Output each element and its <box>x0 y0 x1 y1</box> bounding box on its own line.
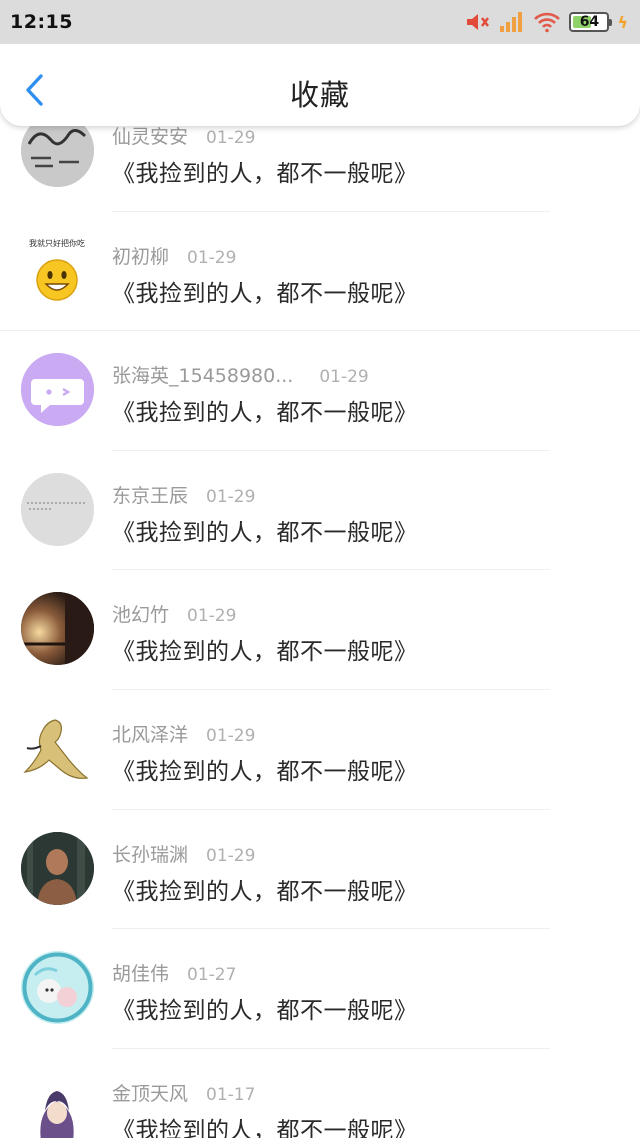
user-name[interactable]: 张海英_15458980... <box>112 361 293 388</box>
item-message[interactable]: 《我捡到的人，都不一般呢》 <box>112 1111 418 1138</box>
avatar[interactable] <box>21 1070 94 1138</box>
item-message[interactable]: 《我捡到的人，都不一般呢》 <box>112 752 418 786</box>
avatar[interactable] <box>21 353 94 427</box>
user-name[interactable]: 初初柳 <box>112 242 169 269</box>
list-item[interactable]: 仙灵安安 01-29 《我捡到的人，都不一般呢》 <box>0 126 640 212</box>
avatar[interactable] <box>21 711 94 785</box>
user-name[interactable]: 仙灵安安 <box>112 126 188 149</box>
wifi-icon <box>533 11 561 33</box>
item-meta: 东京王辰 01-29 <box>112 481 255 508</box>
avatar[interactable] <box>21 951 94 1025</box>
user-name[interactable]: 东京王辰 <box>112 481 188 508</box>
item-meta: 池幻竹 01-29 <box>112 600 236 627</box>
status-icons: 64 ϟ <box>465 11 628 33</box>
list-item[interactable]: 张海英_15458980... 01-29 《我捡到的人，都不一般呢》 <box>0 331 640 451</box>
item-date: 01-29 <box>206 128 256 148</box>
item-date: 01-29 <box>319 367 369 388</box>
item-meta: 张海英_15458980... 01-29 <box>112 361 369 388</box>
avatar[interactable] <box>21 592 94 666</box>
charging-icon: ϟ <box>617 12 628 32</box>
avatar[interactable]: 我就只好把你吃 <box>21 233 94 307</box>
avatar[interactable] <box>21 126 94 187</box>
user-name[interactable]: 金顶天风 <box>112 1079 188 1106</box>
avatar[interactable] <box>21 831 94 905</box>
list-item[interactable]: 池幻竹 01-29 《我捡到的人，都不一般呢》 <box>0 570 640 690</box>
item-meta: 仙灵安安 01-29 <box>112 126 255 149</box>
signal-icon <box>499 11 525 33</box>
battery-icon: 64 <box>569 12 613 32</box>
user-name[interactable]: 胡佳伟 <box>112 959 169 986</box>
user-name[interactable]: 池幻竹 <box>112 600 169 627</box>
list-item[interactable]: 长孙瑞渊 01-29 《我捡到的人，都不一般呢》 <box>0 810 640 930</box>
item-message[interactable]: 《我捡到的人，都不一般呢》 <box>112 872 418 906</box>
list-item[interactable]: 金顶天风 01-17 《我捡到的人，都不一般呢》 <box>0 1049 640 1138</box>
item-date: 01-29 <box>187 247 237 268</box>
item-message[interactable]: 《我捡到的人，都不一般呢》 <box>112 632 418 666</box>
list-item[interactable]: 胡佳伟 01-27 《我捡到的人，都不一般呢》 <box>0 929 640 1049</box>
item-message[interactable]: 《我捡到的人，都不一般呢》 <box>112 513 418 547</box>
item-message[interactable]: 《我捡到的人，都不一般呢》 <box>112 991 418 1025</box>
nav-bar: 收藏 <box>0 44 640 126</box>
avatar[interactable] <box>21 472 94 546</box>
status-time: 12:15 <box>10 11 73 33</box>
item-message[interactable]: 《我捡到的人，都不一般呢》 <box>112 154 418 188</box>
item-meta: 金顶天风 01-17 <box>112 1079 255 1106</box>
item-date: 01-17 <box>206 1084 256 1105</box>
list-item[interactable]: 我就只好把你吃 初初柳 01-29 《我捡到的人，都不一般呢》 <box>0 212 640 332</box>
item-date: 01-29 <box>206 845 256 866</box>
item-meta: 胡佳伟 01-27 <box>112 959 236 986</box>
battery-level: 64 <box>579 14 600 30</box>
svg-text:我就只好把你吃: 我就只好把你吃 <box>29 238 85 248</box>
item-message[interactable]: 《我捡到的人，都不一般呢》 <box>112 393 418 427</box>
speaker-muted-icon <box>465 11 491 33</box>
page-title: 收藏 <box>289 78 350 112</box>
item-meta: 初初柳 01-29 <box>112 242 236 269</box>
item-message[interactable]: 《我捡到的人，都不一般呢》 <box>112 274 418 308</box>
status-bar: 12:15 64 ϟ <box>0 0 640 44</box>
user-name[interactable]: 北风泽洋 <box>112 720 188 747</box>
user-name[interactable]: 长孙瑞渊 <box>112 840 188 867</box>
item-date: 01-29 <box>206 725 256 746</box>
item-date: 01-29 <box>187 606 237 627</box>
item-date: 01-29 <box>206 486 256 507</box>
item-meta: 长孙瑞渊 01-29 <box>112 840 255 867</box>
item-meta: 北风泽洋 01-29 <box>112 720 255 747</box>
item-date: 01-27 <box>187 965 237 986</box>
favorites-list[interactable]: 仙灵安安 01-29 《我捡到的人，都不一般呢》 我就只好把你吃 初初柳 01-… <box>0 126 640 1138</box>
list-item[interactable]: 北风泽洋 01-29 《我捡到的人，都不一般呢》 <box>0 690 640 810</box>
list-item[interactable]: 东京王辰 01-29 《我捡到的人，都不一般呢》 <box>0 451 640 571</box>
